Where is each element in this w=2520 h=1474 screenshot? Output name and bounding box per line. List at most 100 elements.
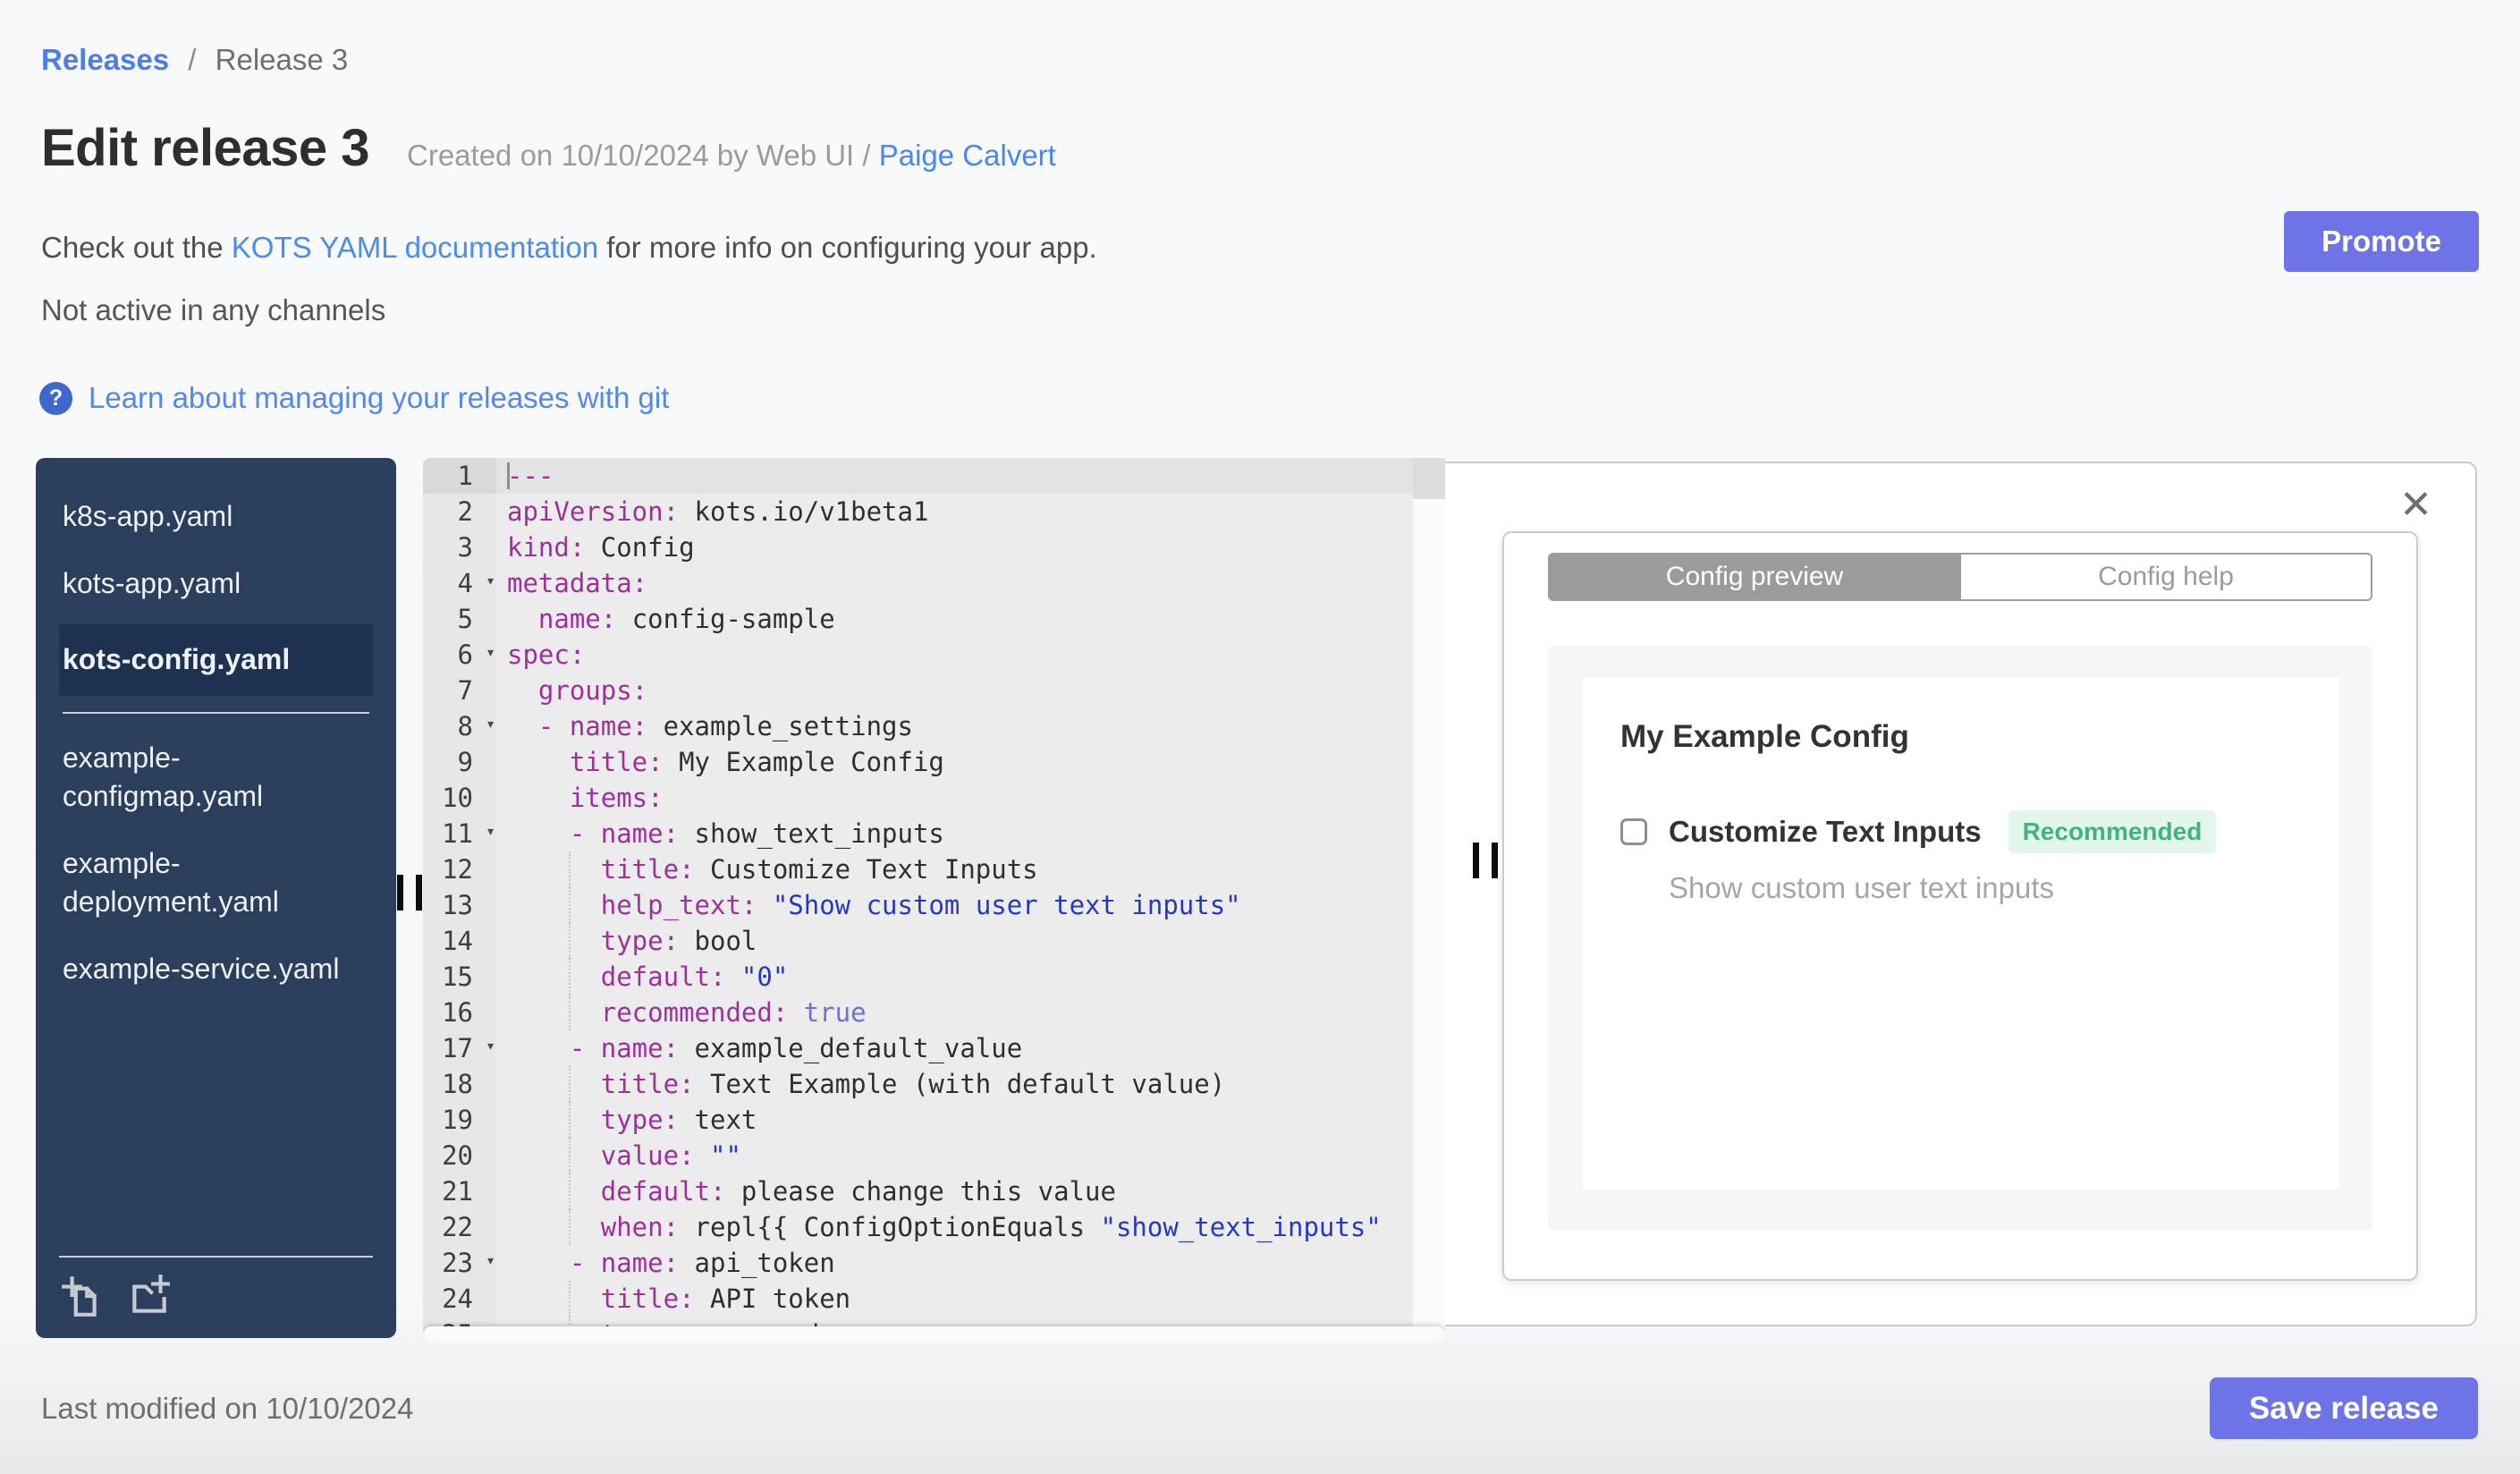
breadcrumb-releases-link[interactable]: Releases	[41, 43, 169, 76]
code-line[interactable]: 21 default: please change this value	[423, 1173, 1445, 1209]
line-number: 6 ▾	[423, 637, 496, 673]
line-number: 19	[423, 1102, 496, 1138]
config-option-help-text: Show custom user text inputs	[1669, 871, 2055, 904]
tab-config-preview[interactable]: Config preview	[1550, 555, 1959, 599]
code-line[interactable]: 22 when: repl{{ ConfigOptionEquals "show…	[423, 1209, 1445, 1245]
breadcrumb-current: Release 3	[215, 43, 349, 76]
line-number: 15	[423, 959, 496, 995]
created-text: Created on 10/10/2024 by Web UI /	[407, 139, 871, 172]
editor-resize-handle[interactable]	[1473, 843, 1498, 878]
fold-arrow-icon[interactable]: ▾	[486, 814, 495, 850]
editor-vertical-scrollbar[interactable]	[1413, 458, 1445, 1343]
channel-status: Not active in any channels	[41, 293, 386, 326]
tab-config-help[interactable]: Config help	[1959, 555, 2371, 599]
code-text: groups:	[537, 675, 648, 706]
code-line[interactable]: 7 groups:	[423, 673, 1445, 708]
file-item-example-service-yaml[interactable]: example-service.yaml	[59, 936, 373, 1003]
line-number: 5	[423, 601, 496, 637]
close-icon[interactable]: ✕	[2394, 485, 2438, 526]
indent-guide	[569, 923, 571, 959]
code-text: title: API token	[496, 1281, 1445, 1317]
customize-text-inputs-checkbox[interactable]	[1620, 818, 1647, 845]
line-number: 13	[423, 887, 496, 923]
author-link[interactable]: Paige Calvert	[879, 139, 1056, 172]
indent-guide	[569, 887, 571, 923]
config-option-row: Customize Text Inputs Recommended	[1620, 810, 2302, 853]
code-line[interactable]: 8 ▾ - name: example_settings	[423, 708, 1445, 744]
code-line[interactable]: 14 type: bool	[423, 923, 1445, 959]
code-line[interactable]: 4 ▾ metadata:	[423, 565, 1445, 601]
breadcrumb: Releases / Release 3	[41, 43, 348, 77]
add-folder-icon[interactable]	[127, 1274, 172, 1318]
config-option-label: Customize Text Inputs	[1669, 815, 1982, 848]
file-list: k8s-app.yaml kots-app.yaml kots-config.yam…	[36, 483, 396, 1004]
line-number: 22	[423, 1209, 496, 1245]
config-preview-area: My Example Config Customize Text Inputs …	[1548, 646, 2372, 1231]
fold-arrow-icon[interactable]: ▾	[486, 707, 495, 742]
code-text: - name: api_token	[569, 1248, 835, 1278]
code-text: default: please change this value	[496, 1173, 1445, 1209]
code-line[interactable]: 1 ---	[423, 458, 1445, 494]
file-item-k8s-app-yaml[interactable]: k8s-app.yaml	[59, 483, 373, 550]
indent-guide	[569, 1102, 571, 1138]
code-text: title: My Example Config	[569, 747, 944, 777]
code-line[interactable]: 15 default: "0"	[423, 959, 1445, 995]
code-line[interactable]: 24 title: API token	[423, 1281, 1445, 1317]
fold-arrow-icon[interactable]: ▾	[486, 1243, 495, 1279]
line-number: 21	[423, 1173, 496, 1209]
code-text: type: bool	[496, 923, 1445, 959]
file-tree-sidebar: k8s-app.yaml kots-app.yaml kots-config.yam…	[36, 458, 396, 1338]
code-line[interactable]: 23 ▾ - name: api_token	[423, 1245, 1445, 1281]
code-line[interactable]: 5 name: config-sample	[423, 601, 1445, 637]
code-text: - name: example_settings	[537, 711, 913, 741]
promote-button[interactable]: Promote	[2284, 211, 2479, 272]
code-line[interactable]: 2 apiVersion: kots.io/v1beta1	[423, 494, 1445, 529]
git-releases-link[interactable]: Learn about managing your releases with …	[89, 381, 669, 415]
fold-arrow-icon[interactable]: ▾	[486, 563, 495, 599]
indent-guide	[569, 959, 571, 995]
code-text: - name: show_text_inputs	[569, 818, 944, 849]
editor-horizontal-scrollbar[interactable]	[423, 1326, 1445, 1343]
code-line[interactable]: 19 type: text	[423, 1102, 1445, 1138]
file-item-kots-app-yaml[interactable]: kots-app.yaml	[59, 550, 373, 617]
code-line[interactable]: 17 ▾ - name: example_default_value	[423, 1030, 1445, 1066]
fold-arrow-icon[interactable]: ▾	[486, 1029, 495, 1064]
line-number: 14	[423, 923, 496, 959]
indent-guide	[569, 1281, 571, 1317]
config-preview-panel: ✕ Config preview Config help My Example C…	[1445, 462, 2477, 1326]
sidebar-resize-handle[interactable]	[397, 875, 422, 911]
kots-yaml-docs-link[interactable]: KOTS YAML documentation	[232, 231, 598, 264]
code-line[interactable]: 3 kind: Config	[423, 529, 1445, 565]
line-number: 23 ▾	[423, 1245, 496, 1281]
file-item-example-deployment-yaml[interactable]: example-deployment.yaml	[59, 830, 373, 936]
indent-guide	[569, 1209, 571, 1245]
code-line[interactable]: 6 ▾ spec:	[423, 637, 1445, 673]
code-line[interactable]: 20 value: ""	[423, 1138, 1445, 1173]
line-number: 4 ▾	[423, 565, 496, 601]
scrollbar-thumb[interactable]	[1413, 458, 1445, 499]
last-modified-text: Last modified on 10/10/2024	[41, 1392, 414, 1425]
git-help-row: ? Learn about managing your releases wit…	[39, 381, 669, 415]
indent-guide	[569, 1138, 571, 1173]
code-line[interactable]: 16 recommended: true	[423, 995, 1445, 1030]
file-item-kots-config-yaml[interactable]: kots-config.yaml	[59, 624, 373, 696]
yaml-code-editor[interactable]: 1 --- 2 apiVersion: kots.io/v1beta1 3 kind: C…	[423, 458, 1445, 1343]
question-mark-icon: ?	[39, 381, 72, 415]
code-line[interactable]: 13 help_text: "Show custom user text inp…	[423, 887, 1445, 923]
file-item-example-configmap-yaml[interactable]: example-configmap.yaml	[59, 724, 373, 830]
line-number: 12	[423, 851, 496, 887]
code-line[interactable]: 11 ▾ - name: show_text_inputs	[423, 816, 1445, 851]
fold-arrow-icon[interactable]: ▾	[486, 635, 495, 671]
code-line[interactable]: 18 title: Text Example (with default val…	[423, 1066, 1445, 1102]
code-line[interactable]: 9 title: My Example Config	[423, 744, 1445, 780]
code-line[interactable]: 10 items:	[423, 780, 1445, 816]
save-release-button[interactable]: Save release	[2209, 1377, 2478, 1439]
created-info: Created on 10/10/2024 by Web UI / Paige …	[407, 139, 1056, 173]
file-list-divider	[63, 711, 369, 714]
code-text: default: "0"	[496, 959, 1445, 995]
add-file-icon[interactable]	[59, 1274, 104, 1318]
code-text: spec:	[507, 640, 586, 670]
line-number: 10	[423, 780, 496, 816]
line-number: 1	[423, 458, 496, 494]
code-line[interactable]: 12 title: Customize Text Inputs	[423, 851, 1445, 887]
